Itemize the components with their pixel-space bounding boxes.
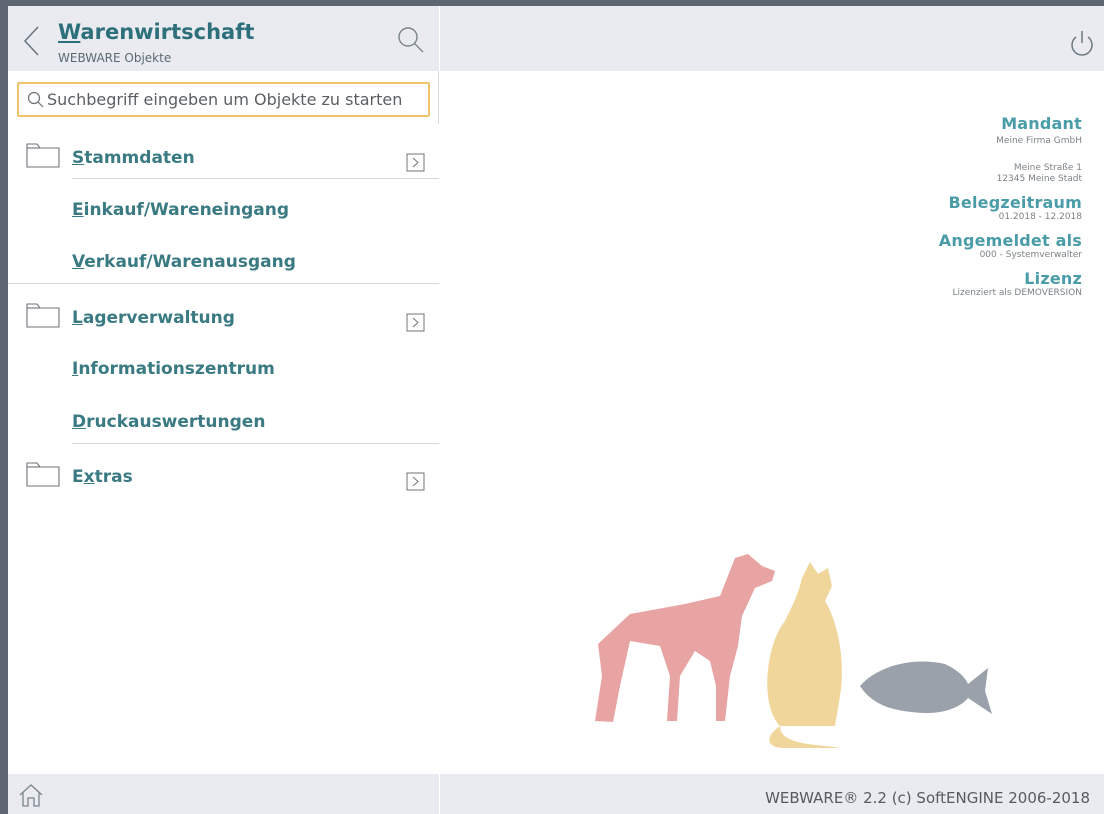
dog-silhouette — [595, 554, 775, 722]
cat-silhouette — [767, 562, 842, 748]
mandant-heading: Mandant — [1001, 114, 1082, 133]
app-frame: Warenwirtschaft WEBWARE Objekte Stammdat… — [8, 6, 1104, 814]
user-heading: Angemeldet als — [938, 231, 1082, 250]
menu-folder-stammdaten[interactable]: Stammdaten — [8, 131, 439, 183]
title-text: arenwirtschaft — [80, 20, 255, 44]
object-search-field[interactable] — [17, 82, 430, 117]
search-field-icon — [27, 91, 44, 108]
menu-item-label: Druckauswertungen — [72, 412, 266, 432]
fish-silhouette — [860, 661, 992, 714]
menu-item-informationszentrum[interactable]: Informationszentrum — [72, 349, 412, 389]
title-accelerator: W — [58, 20, 81, 44]
home-icon[interactable] — [18, 782, 44, 808]
menu-folder-label: Stammdaten — [72, 148, 195, 168]
mandant-city: 12345 Meine Stadt — [996, 174, 1082, 184]
menu-item-label: Einkauf/Wareneingang — [72, 200, 290, 220]
period-heading: Belegzeitraum — [948, 193, 1082, 212]
session-info: Mandant Meine Firma GmbH Meine Straße 1 … — [682, 114, 1082, 299]
menu-folder-lagerverwaltung[interactable]: Lagerverwaltung — [8, 291, 439, 343]
menu-folder-extras[interactable]: Extras — [8, 450, 439, 502]
menu-item-label: Verkauf/Warenausgang — [72, 252, 296, 272]
license-heading: Lizenz — [1024, 269, 1082, 288]
menu-item-druckauswertungen[interactable]: Druckauswertungen — [72, 402, 412, 442]
chevron-right-box-icon[interactable] — [406, 153, 426, 173]
power-icon[interactable] — [1068, 28, 1096, 60]
mandant-street: Meine Straße 1 — [1013, 163, 1082, 173]
menu-item-verkauf[interactable]: Verkauf/Warenausgang — [72, 242, 412, 282]
menu-item-label: Informationszentrum — [72, 359, 275, 379]
menu-item-einkauf[interactable]: Einkauf/Wareneingang — [72, 190, 412, 230]
divider — [72, 443, 439, 444]
chevron-right-box-icon[interactable] — [406, 472, 426, 492]
back-chevron-icon[interactable] — [20, 24, 42, 58]
folder-icon — [26, 303, 60, 328]
search-icon[interactable] — [397, 26, 425, 54]
page-subtitle: WEBWARE Objekte — [58, 51, 172, 65]
pets-illustration — [595, 554, 992, 748]
menu-folder-label: Lagerverwaltung — [72, 308, 235, 328]
license-value: Lizenziert als DEMOVERSION — [952, 288, 1083, 298]
page-title: Warenwirtschaft — [58, 20, 254, 44]
menu-folder-label: Extras — [72, 467, 133, 487]
navigation-header: Warenwirtschaft WEBWARE Objekte — [8, 6, 439, 71]
mandant-name: Meine Firma GmbH — [996, 136, 1082, 146]
folder-icon — [26, 143, 60, 168]
divider — [72, 178, 439, 179]
content-panel: Mandant Meine Firma GmbH Meine Straße 1 … — [440, 6, 1104, 814]
divider — [8, 283, 439, 284]
navigation-panel: Warenwirtschaft WEBWARE Objekte Stammdat… — [8, 6, 439, 814]
user-value: 000 - Systemverwalter — [979, 250, 1082, 260]
object-search-input[interactable] — [47, 84, 427, 115]
chevron-right-box-icon[interactable] — [406, 313, 426, 333]
copyright-text: WEBWARE® 2.2 (c) SoftENGINE 2006-2018 — [765, 789, 1090, 807]
navigation-footer — [8, 774, 439, 814]
content-header — [440, 6, 1104, 71]
content-footer: WEBWARE® 2.2 (c) SoftENGINE 2006-2018 — [440, 774, 1104, 814]
period-value: 01.2018 - 12.2018 — [998, 212, 1082, 222]
folder-icon — [26, 462, 60, 487]
